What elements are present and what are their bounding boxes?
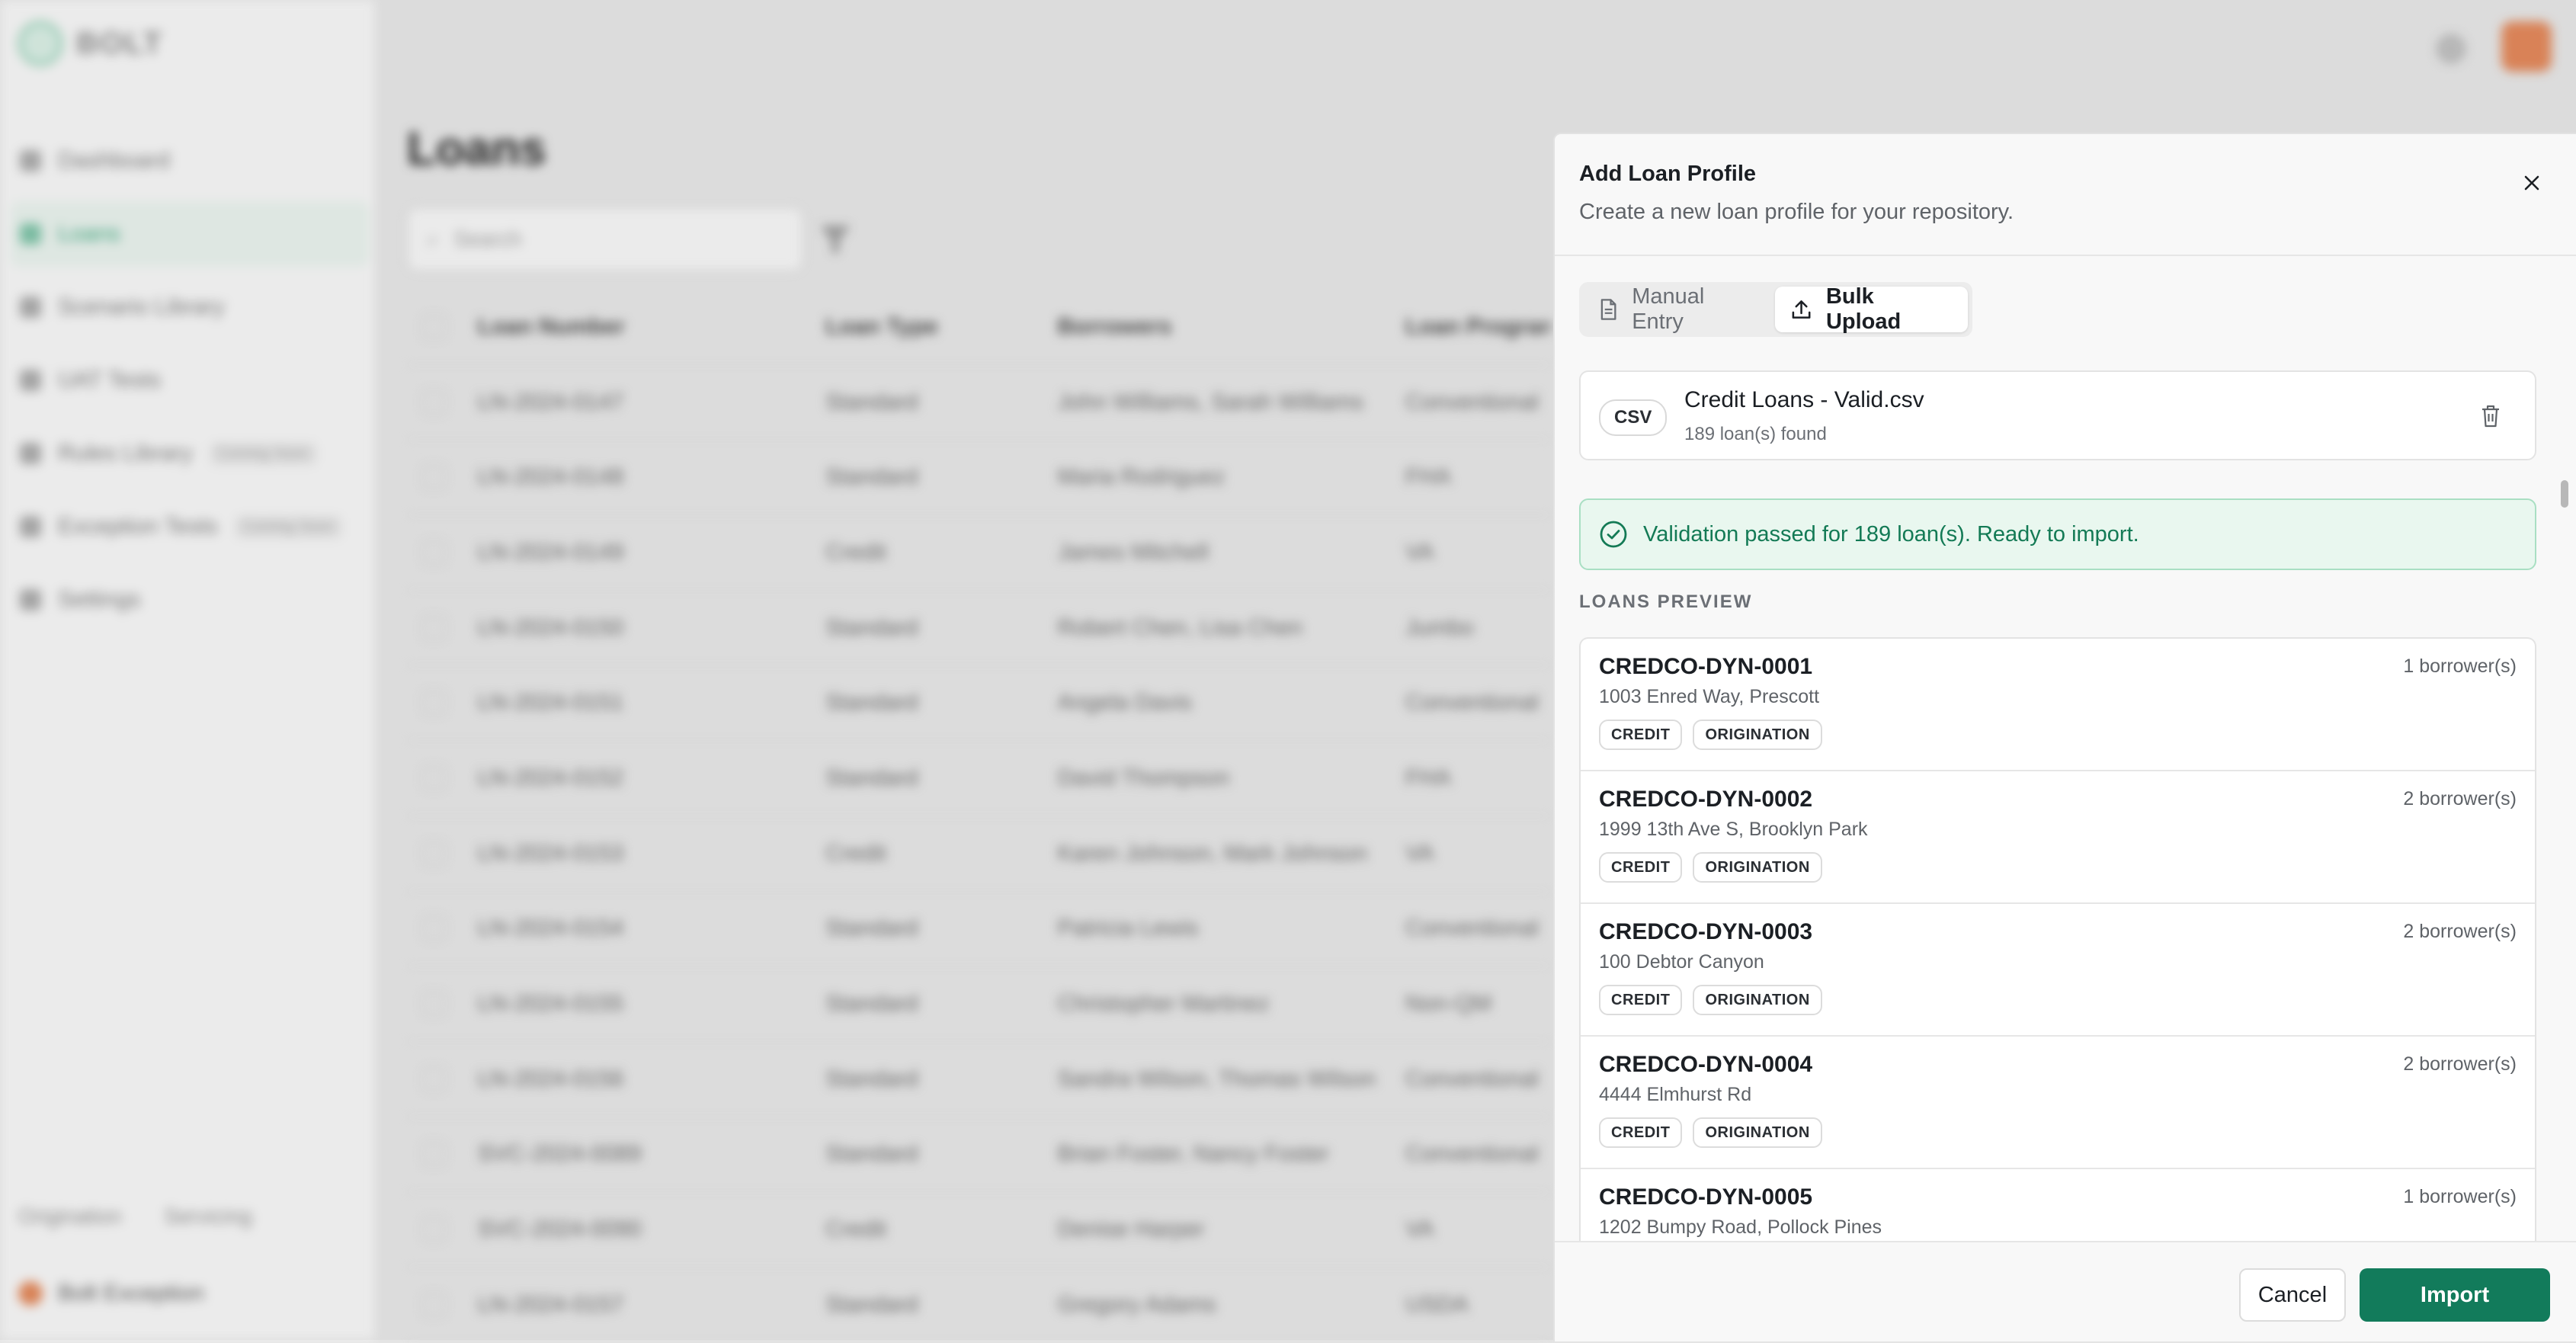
uploaded-file-card: CSV Credit Loans - Valid.csv 189 loan(s)… — [1579, 370, 2536, 460]
close-icon — [2524, 175, 2539, 191]
dialog-subtitle: Create a new loan profile for your repos… — [1579, 200, 2014, 224]
validation-message: Validation passed for 189 loan(s). Ready… — [1643, 521, 2139, 546]
borrower-count: 2 borrower(s) — [2403, 921, 2517, 942]
borrower-count: 1 borrower(s) — [2403, 655, 2517, 677]
document-icon — [1600, 299, 1616, 320]
dialog-title: Add Loan Profile — [1579, 162, 1756, 186]
upload-icon — [1792, 300, 1811, 319]
loans-preview-heading: LOANS PREVIEW — [1579, 591, 1753, 612]
loan-tag: CREDIT — [1599, 720, 1683, 750]
loan-tag: CREDIT — [1599, 852, 1683, 883]
tab-label: Manual Entry — [1632, 284, 1705, 334]
close-button[interactable] — [2517, 168, 2547, 198]
loan-tag: ORIGINATION — [1693, 985, 1822, 1015]
loan-tag: CREDIT — [1599, 1117, 1683, 1148]
file-loan-count: 189 loan(s) found — [1684, 424, 1827, 444]
loan-address: 1999 13th Ave S, Brooklyn Park — [1599, 819, 1868, 840]
loan-preview-item: CREDCO-DYN-0005 1202 Bumpy Road, Pollock … — [1581, 1169, 2535, 1248]
tab-bulk-upload[interactable]: Bulk Upload — [1774, 284, 1968, 334]
import-button[interactable]: Import — [2360, 1268, 2550, 1322]
loan-preview-item: CREDCO-DYN-0004 4444 Elmhurst Rd 2 borrowe… — [1581, 1037, 2535, 1169]
tab-label: Bulk Upload — [1825, 284, 1902, 334]
loan-preview-item: CREDCO-DYN-0002 1999 13th Ave S, Brooklyn… — [1581, 771, 2535, 904]
loan-tags: CREDIT ORIGINATION — [1599, 852, 1822, 883]
scrollbar[interactable] — [2561, 348, 2570, 1224]
remove-file-button[interactable] — [2475, 401, 2506, 431]
loan-tag: ORIGINATION — [1693, 852, 1822, 883]
loans-preview-list[interactable]: CREDCO-DYN-0001 1003 Enred Way, Prescott 1… — [1579, 637, 2536, 1248]
dialog-footer: Cancel Import — [1555, 1241, 2576, 1341]
loan-id: CREDCO-DYN-0001 — [1599, 654, 1813, 679]
entry-mode-tabs: Manual Entry Bulk Upload — [1579, 282, 1972, 337]
borrower-count: 2 borrower(s) — [2403, 1053, 2517, 1075]
borrower-count: 2 borrower(s) — [2403, 788, 2517, 809]
check-circle-icon — [1600, 521, 1627, 548]
loan-tag: CREDIT — [1599, 985, 1683, 1015]
scrollbar-thumb[interactable] — [2561, 480, 2568, 508]
loan-id: CREDCO-DYN-0004 — [1599, 1052, 1813, 1077]
trash-icon — [2482, 405, 2499, 428]
file-name: Credit Loans - Valid.csv — [1684, 387, 1924, 412]
file-type-badge: CSV — [1599, 399, 1668, 436]
add-loan-profile-dialog: Add Loan Profile Create a new loan profi… — [1553, 133, 2576, 1341]
loan-tags: CREDIT ORIGINATION — [1599, 720, 1822, 750]
loan-tag: ORIGINATION — [1693, 720, 1822, 750]
loan-address: 1202 Bumpy Road, Pollock Pines — [1599, 1216, 1882, 1238]
validation-success-alert: Validation passed for 189 loan(s). Ready… — [1579, 498, 2536, 570]
loan-address: 1003 Enred Way, Prescott — [1599, 686, 1820, 707]
loan-tags: CREDIT ORIGINATION — [1599, 1117, 1822, 1148]
loan-id: CREDCO-DYN-0002 — [1599, 787, 1813, 812]
loan-address: 4444 Elmhurst Rd — [1599, 1084, 1752, 1105]
loan-address: 100 Debtor Canyon — [1599, 951, 1764, 973]
cancel-button[interactable]: Cancel — [2239, 1268, 2346, 1322]
loan-id: CREDCO-DYN-0005 — [1599, 1184, 1813, 1210]
loan-tags: CREDIT ORIGINATION — [1599, 985, 1822, 1015]
loan-id: CREDCO-DYN-0003 — [1599, 919, 1813, 944]
tab-manual-entry[interactable]: Manual Entry — [1584, 284, 1775, 334]
dialog-header: Add Loan Profile Create a new loan profi… — [1555, 134, 2576, 256]
loan-preview-item: CREDCO-DYN-0003 100 Debtor Canyon 2 borrow… — [1581, 904, 2535, 1037]
loan-preview-item: CREDCO-DYN-0001 1003 Enred Way, Prescott 1… — [1581, 639, 2535, 771]
borrower-count: 1 borrower(s) — [2403, 1186, 2517, 1207]
loan-tag: ORIGINATION — [1693, 1117, 1822, 1148]
